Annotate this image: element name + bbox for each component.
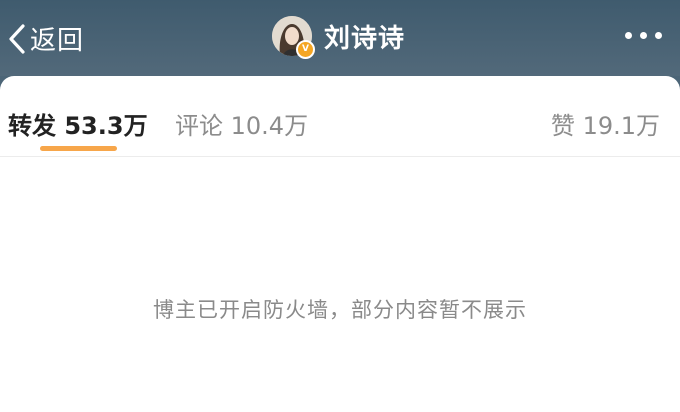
tab-repost-count: 53.3万 <box>64 112 148 140</box>
tab-comment-label: 评论 <box>175 112 231 140</box>
avatar[interactable]: V <box>272 16 315 59</box>
tab-like-count: 19.1万 <box>582 112 660 140</box>
top-nav-bar: 返回 V 刘诗诗 <box>0 0 680 76</box>
more-dot-icon <box>655 32 662 39</box>
tab-repost-label: 转发 <box>8 112 65 140</box>
tab-repost[interactable]: 转发 53.3万 <box>8 106 148 141</box>
more-dot-icon <box>640 32 647 39</box>
chevron-left-icon <box>9 23 25 54</box>
tab-like[interactable]: 赞 19.1万 <box>551 106 660 141</box>
verified-badge-icon: V <box>296 40 315 59</box>
page-title: 刘诗诗 <box>324 23 406 54</box>
back-label: 返回 <box>30 26 85 56</box>
content-panel: 转发 53.3万 评论 10.4万 赞 19.1万 博主已开启防火墙，部分内容暂… <box>0 76 680 412</box>
more-button[interactable] <box>625 32 662 39</box>
profile-title[interactable]: V 刘诗诗 <box>272 16 406 59</box>
back-button[interactable]: 返回 <box>6 20 84 57</box>
tab-like-label: 赞 <box>550 112 583 140</box>
more-dot-icon <box>625 32 632 39</box>
firewall-notice: 博主已开启防火墙，部分内容暂不展示 <box>153 298 527 322</box>
tab-bar: 转发 53.3万 评论 10.4万 赞 19.1万 <box>0 76 680 157</box>
tab-comment-count: 10.4万 <box>230 112 309 140</box>
tab-comment[interactable]: 评论 10.4万 <box>175 106 308 141</box>
active-tab-indicator <box>40 146 117 151</box>
